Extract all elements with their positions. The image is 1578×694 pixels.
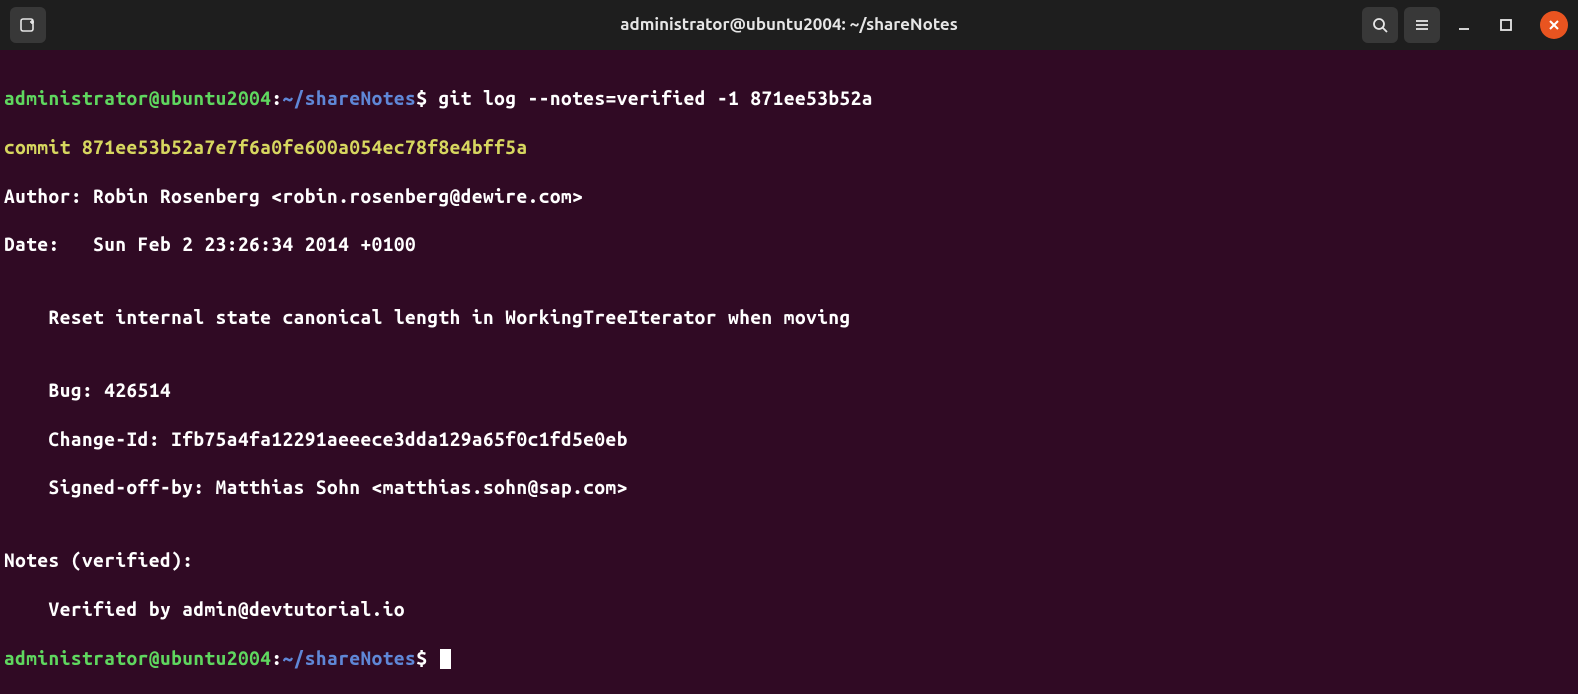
notes-body: Verified by admin@devtutorial.io [4,597,1574,621]
menu-button[interactable] [1404,7,1440,43]
cursor [440,649,451,669]
commit-message-line: Signed-off-by: Matthias Sohn <matthias.s… [4,475,1574,499]
date-line: Date: Sun Feb 2 23:26:34 2014 +0100 [4,232,1574,256]
prompt-user: administrator@ubuntu2004 [4,647,271,669]
titlebar-left [10,7,46,43]
maximize-button[interactable] [1488,7,1524,43]
commit-line: commit 871ee53b52a7e7f6a0fe600a054ec78f8… [4,135,1574,159]
window-title: administrator@ubuntu2004: ~/shareNotes [620,14,957,36]
commit-message-line: Change-Id: Ifb75a4fa12291aeeece3dda129a6… [4,427,1574,451]
commit-message-line: Reset internal state canonical length in… [4,305,1574,329]
prompt-path: ~/shareNotes [283,647,417,669]
prompt-line-2: administrator@ubuntu2004:~/shareNotes$ [4,646,1574,670]
prompt-dollar: $ [416,647,438,669]
prompt-line-1: administrator@ubuntu2004:~/shareNotes$ g… [4,86,1574,110]
minimize-button[interactable] [1446,7,1482,43]
prompt-sep: : [271,87,282,109]
search-button[interactable] [1362,7,1398,43]
prompt-sep: : [271,647,282,669]
prompt-user: administrator@ubuntu2004 [4,87,271,109]
titlebar: administrator@ubuntu2004: ~/shareNotes [0,0,1578,50]
titlebar-right [1362,7,1568,43]
close-button[interactable] [1540,11,1568,39]
author-line: Author: Robin Rosenberg <robin.rosenberg… [4,184,1574,208]
commit-message-line: Bug: 426514 [4,378,1574,402]
prompt-path: ~/shareNotes [283,87,417,109]
new-tab-button[interactable] [10,7,46,43]
terminal-area[interactable]: administrator@ubuntu2004:~/shareNotes$ g… [0,50,1578,694]
command-text: git log --notes=verified -1 871ee53b52a [438,87,872,109]
prompt-dollar: $ [416,87,438,109]
notes-header: Notes (verified): [4,548,1574,572]
